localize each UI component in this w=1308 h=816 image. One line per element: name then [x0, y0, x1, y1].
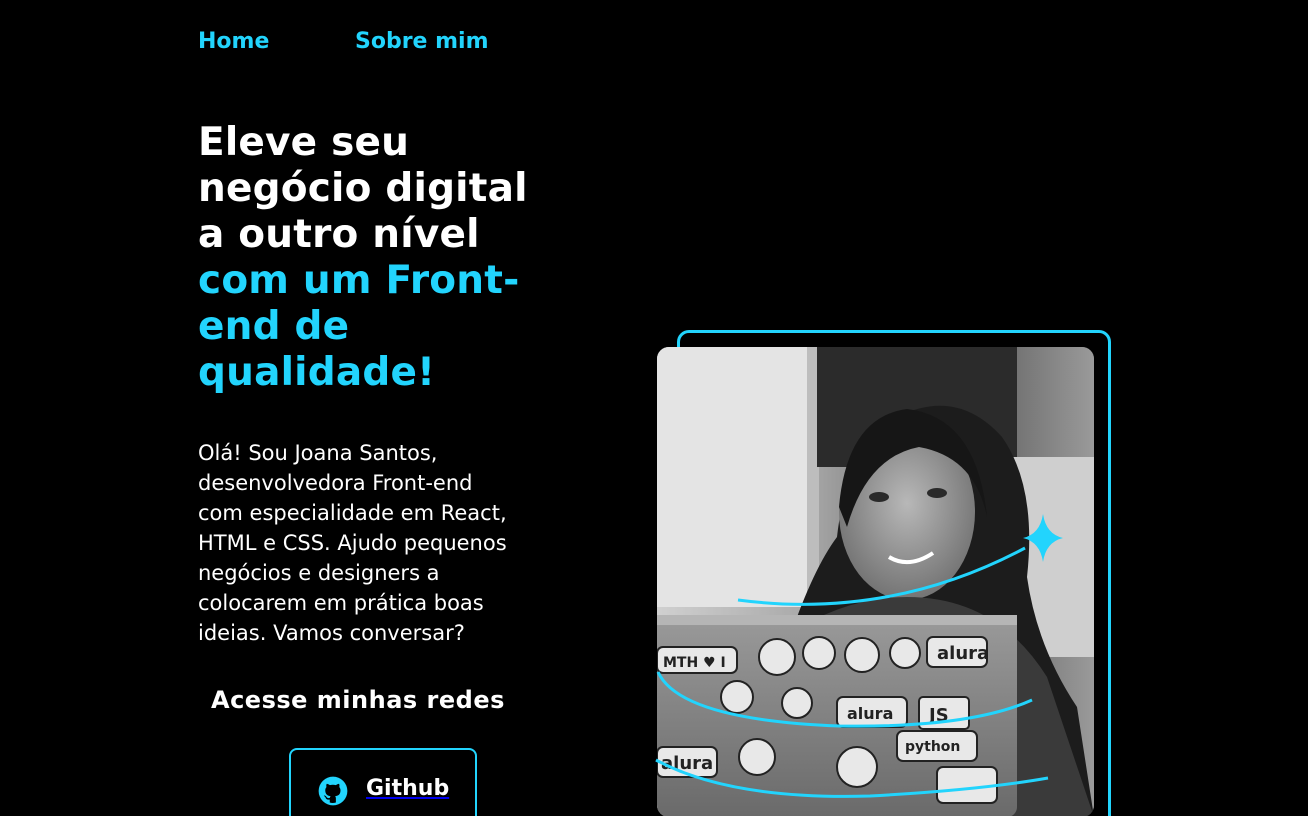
nav-link-about[interactable]: Sobre mim: [355, 28, 489, 56]
github-button-label: Github: [366, 776, 450, 801]
intro-line: com especialidade em React,: [198, 501, 507, 525]
headline-highlight-line: com um Front-: [198, 258, 520, 303]
svg-text:alura: alura: [937, 643, 989, 664]
svg-text:alura: alura: [847, 704, 893, 723]
headline-line: Eleve seu: [198, 120, 410, 165]
intro-line: desenvolvedora Front-end: [198, 471, 473, 495]
profile-photo: MTH ♥ I alura alura JS python alura: [657, 347, 1094, 816]
svg-text:alura: alura: [661, 753, 713, 774]
headline-highlight-line: qualidade!: [198, 350, 436, 395]
hero-headline: Eleve seu negócio digital a outro nível …: [198, 120, 598, 396]
intro-line: ideias. Vamos conversar?: [198, 621, 465, 645]
social-title: Acesse minhas redes: [211, 686, 505, 714]
intro-line: Olá! Sou Joana Santos,: [198, 441, 438, 465]
nav-link-home[interactable]: Home: [198, 28, 269, 56]
svg-text:JS: JS: [927, 705, 949, 726]
headline-line: negócio digital: [198, 166, 528, 211]
intro-line: HTML e CSS. Ajudo pequenos: [198, 531, 507, 555]
svg-text:MTH ♥ I: MTH ♥ I: [663, 655, 726, 671]
intro-line: negócios e designers a: [198, 561, 440, 585]
svg-text:python: python: [905, 739, 960, 755]
github-icon: [318, 776, 348, 806]
headline-line: a outro nível: [198, 212, 480, 257]
intro-line: colocarem em prática boas: [198, 591, 484, 615]
intro-paragraph: Olá! Sou Joana Santos, desenvolvedora Fr…: [198, 438, 578, 648]
github-button[interactable]: Github: [289, 748, 477, 816]
headline-highlight-line: end de: [198, 304, 350, 349]
